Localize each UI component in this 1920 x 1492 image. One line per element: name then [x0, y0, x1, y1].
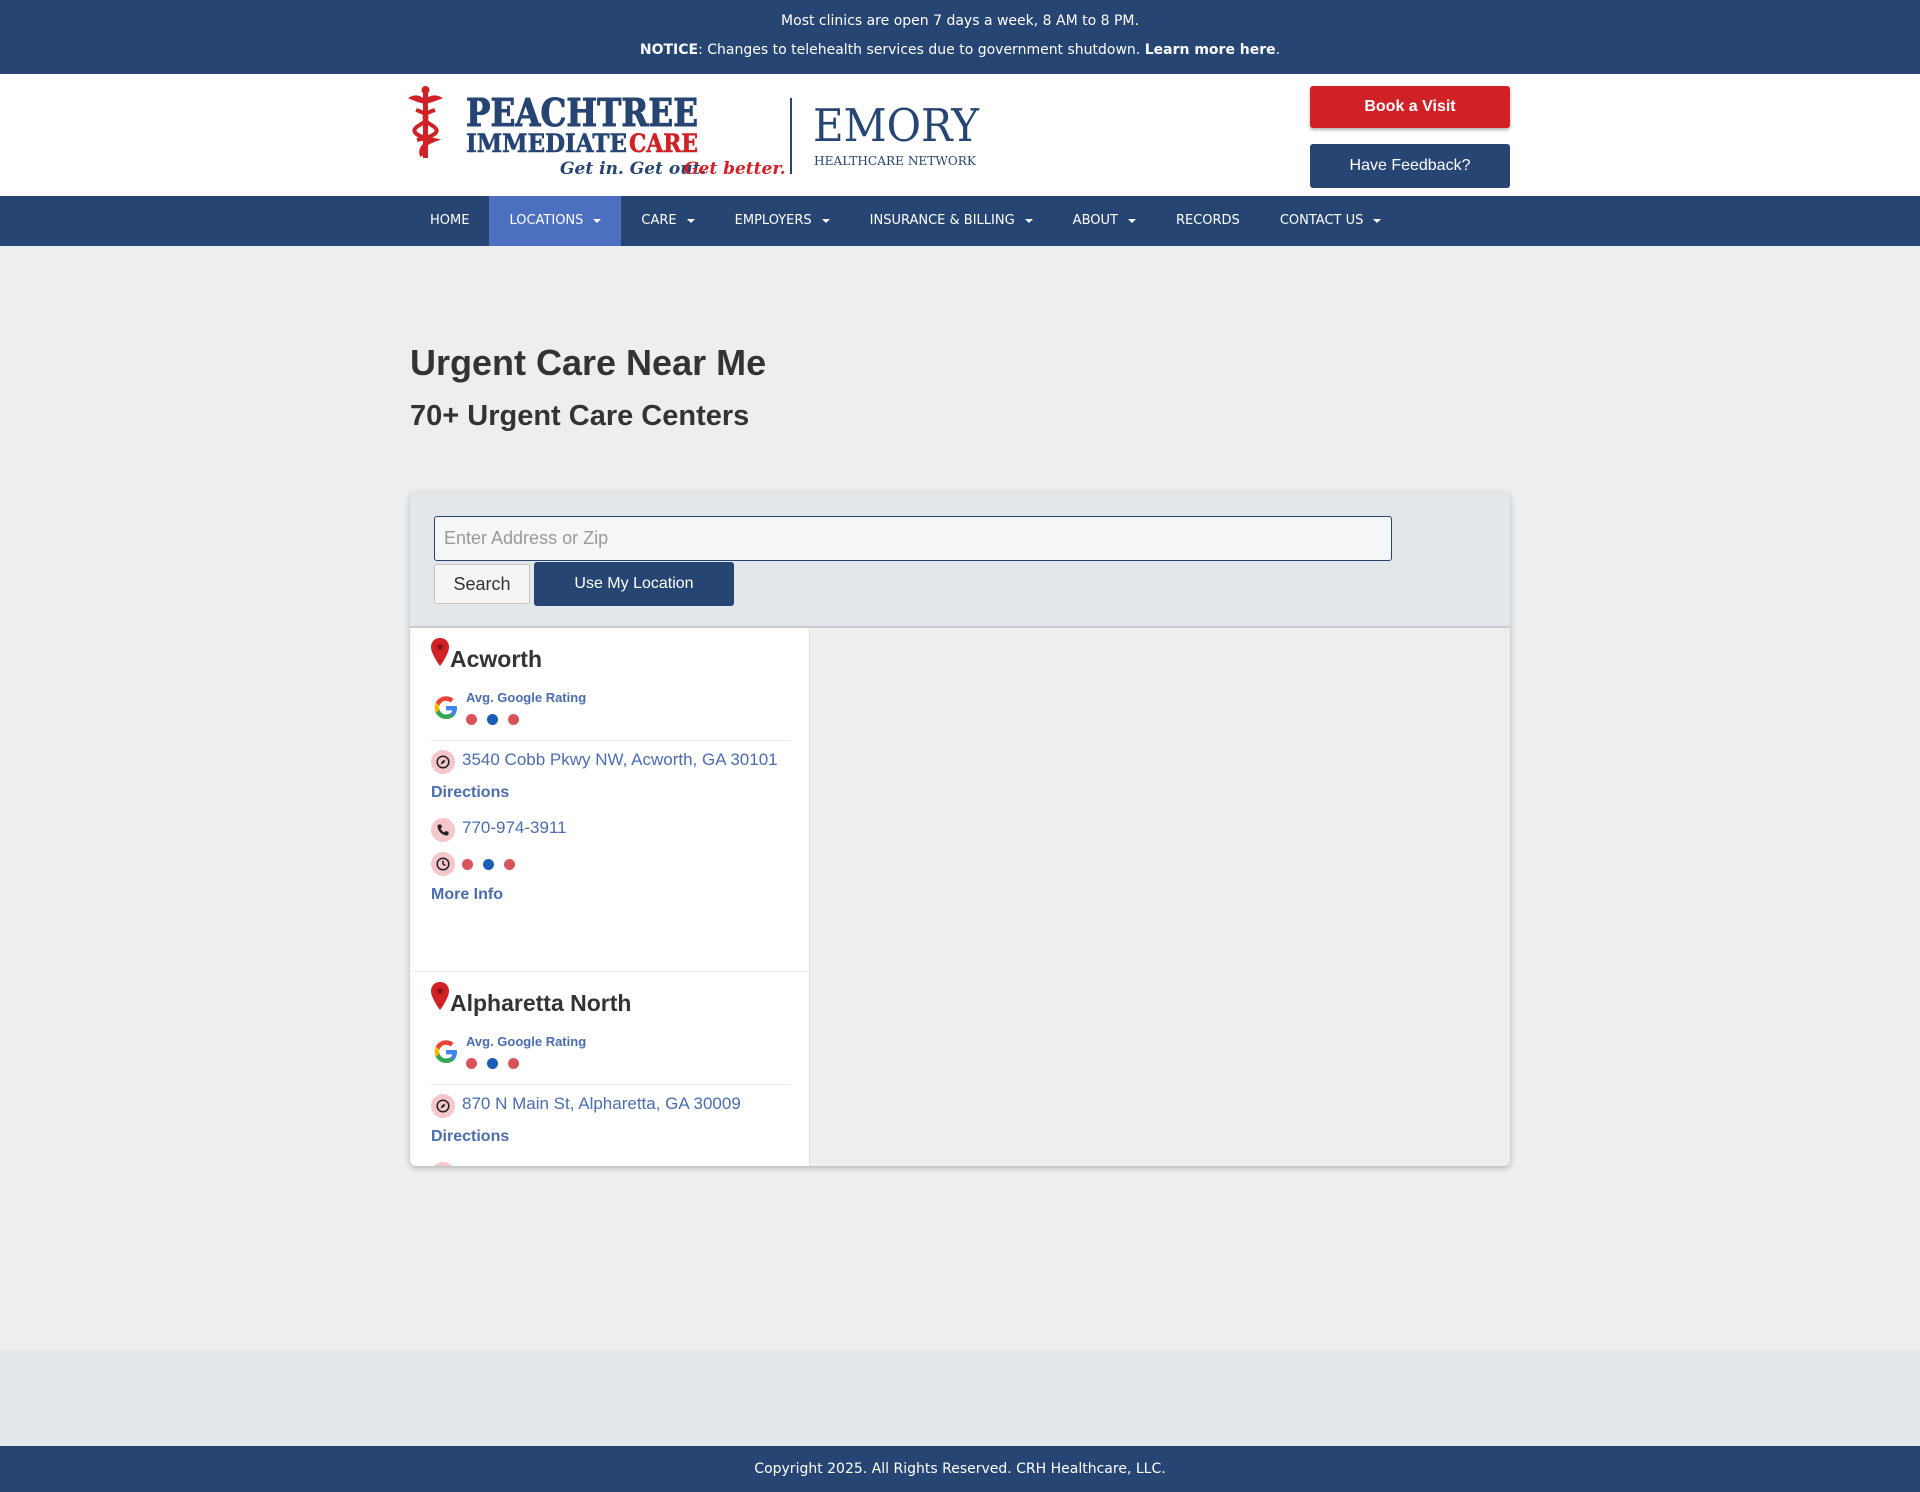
partner-subtitle: HEALTHCARE NETWORK [814, 154, 977, 168]
loading-dot [508, 1058, 519, 1069]
loading-dot [466, 714, 477, 725]
notice-period: . [1275, 42, 1281, 58]
location-finder: Search Use My Location Acworth Avg. Goog… [410, 492, 1510, 1166]
notice-text: : Changes to telehealth services due to … [698, 42, 1145, 58]
loading-dot [487, 714, 498, 725]
site-footer: Copyright 2025. All Rights Reserved. CRH… [0, 1446, 1920, 1492]
feedback-button[interactable]: Have Feedback? [1310, 144, 1510, 188]
more-info-link[interactable]: More Info [431, 886, 503, 904]
main-nav: HOME LOCATIONS CARE EMPLOYERS INSURANCE … [0, 196, 1920, 246]
location-card: Alpharetta North Avg. Google Rating 870 … [410, 972, 809, 1166]
page-title: Urgent Care Near Me [410, 342, 767, 383]
directions-link[interactable]: Directions [431, 1128, 509, 1146]
caduceus-icon [408, 86, 443, 158]
shutdown-notice: NOTICE: Changes to telehealth services d… [0, 42, 1920, 58]
use-my-location-button[interactable]: Use My Location [534, 562, 734, 606]
nav-label: INSURANCE & BILLING [869, 213, 1015, 228]
google-g-icon [434, 1040, 457, 1063]
nav-item-contact-us[interactable]: CONTACT US [1260, 196, 1402, 246]
loading-dot [487, 1058, 498, 1069]
nav-item-home[interactable]: HOME [410, 196, 489, 246]
map-panel[interactable] [810, 628, 1510, 1166]
caret-down-icon [686, 219, 695, 223]
location-name[interactable]: Acworth [450, 646, 542, 673]
nav-item-employers[interactable]: EMPLOYERS [715, 196, 850, 246]
location-address[interactable]: 870 N Main St, Alpharetta, GA 30009 [462, 1094, 741, 1114]
nav-item-locations[interactable]: LOCATIONS [489, 196, 622, 246]
caret-down-icon [1127, 219, 1136, 223]
caret-down-icon [1373, 219, 1382, 223]
loading-dot [483, 859, 494, 870]
loading-dot [462, 859, 473, 870]
notice-label: NOTICE [639, 42, 699, 58]
nav-label: CARE [641, 213, 677, 228]
nav-item-care[interactable]: CARE [621, 196, 714, 246]
rating-loading-indicator [466, 714, 519, 725]
loading-dot [466, 1058, 477, 1069]
clock-icon [431, 852, 455, 876]
loading-dot [508, 714, 519, 725]
loading-dot [504, 859, 515, 870]
nav-label: ABOUT [1072, 213, 1118, 228]
nav-label: HOME [430, 213, 470, 228]
map-pin-icon [431, 638, 449, 666]
nav-list: HOME LOCATIONS CARE EMPLOYERS INSURANCE … [410, 196, 1401, 246]
learn-more-link[interactable]: Learn more here [1145, 42, 1276, 58]
rating-label: Avg. Google Rating [466, 1034, 587, 1049]
search-panel: Search Use My Location [410, 492, 1510, 628]
logo-brand-line2a: IMMEDIATE [466, 129, 627, 158]
nav-item-insurance-billing[interactable]: INSURANCE & BILLING [850, 196, 1053, 246]
directions-link[interactable]: Directions [431, 784, 509, 802]
divider [431, 1084, 790, 1085]
site-logo[interactable]: PEACHTREE IMMEDIATE CARE Get in. Get out… [408, 86, 983, 176]
copyright-text: Copyright 2025. All Rights Reserved. CRH… [754, 1461, 1166, 1477]
logo-tagline-b: Get better. [684, 159, 786, 176]
nav-label: LOCATIONS [509, 213, 584, 228]
search-button[interactable]: Search [434, 564, 530, 604]
hours-notice: Most clinics are open 7 days a week, 8 A… [781, 13, 1139, 29]
nav-item-about[interactable]: ABOUT [1053, 196, 1156, 246]
caret-down-icon [593, 219, 602, 223]
rating-loading-indicator [466, 1058, 519, 1069]
caret-down-icon [1024, 219, 1033, 223]
location-name[interactable]: Alpharetta North [450, 990, 631, 1017]
divider [431, 740, 790, 741]
page-subtitle: 70+ Urgent Care Centers [410, 400, 750, 432]
address-search-input[interactable] [434, 516, 1392, 561]
google-g-icon [434, 696, 457, 719]
book-visit-button[interactable]: Book a Visit [1310, 86, 1510, 128]
location-card: Acworth Avg. Google Rating 3540 Cobb Pkw… [410, 628, 809, 972]
nav-item-records[interactable]: RECORDS [1156, 196, 1260, 246]
phone-icon [431, 818, 455, 842]
notice-bar: Most clinics are open 7 days a week, 8 A… [0, 0, 1920, 74]
location-address[interactable]: 3540 Cobb Pkwy NW, Acworth, GA 30101 [462, 750, 778, 770]
logo-divider [790, 98, 792, 174]
compass-icon [431, 750, 455, 774]
nav-label: RECORDS [1175, 213, 1240, 228]
map-pin-icon [431, 982, 449, 1010]
partner-name: EMORY [813, 99, 980, 152]
caret-down-icon [821, 219, 830, 223]
phone-icon [431, 1162, 455, 1166]
compass-icon [431, 1094, 455, 1118]
site-header: PEACHTREE IMMEDIATE CARE Get in. Get out… [0, 74, 1920, 196]
location-list[interactable]: Acworth Avg. Google Rating 3540 Cobb Pkw… [410, 628, 810, 1166]
nav-label: EMPLOYERS [734, 213, 812, 228]
footer-band [0, 1350, 1920, 1446]
rating-label: Avg. Google Rating [466, 690, 587, 705]
hours-loading-indicator [462, 859, 515, 870]
nav-label: CONTACT US [1279, 213, 1364, 228]
logo-brand-line2b: CARE [629, 129, 698, 158]
location-phone[interactable]: 770-974-3911 [462, 818, 567, 838]
